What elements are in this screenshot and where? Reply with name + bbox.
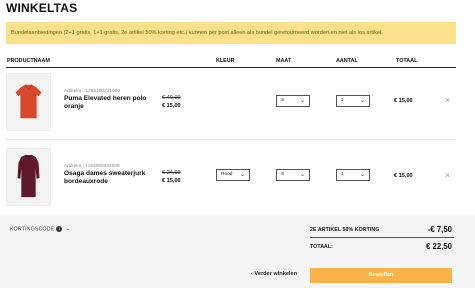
color-value: Rood: [221, 172, 233, 177]
header-size: MAAT: [276, 58, 292, 64]
size-value: S: [281, 98, 285, 103]
remove-item-button[interactable]: ×: [445, 170, 450, 180]
discount-code-toggle[interactable]: KORTINGSCODE i ⌄: [10, 226, 70, 232]
total-label: TOTAAL:: [310, 244, 333, 250]
quantity-value: 1: [341, 98, 344, 103]
product-name[interactable]: Osaga dames sweaterjurk bordeauxrode: [64, 170, 156, 185]
size-value: S: [281, 172, 285, 177]
summary-divider: [310, 237, 454, 238]
product-image[interactable]: [6, 148, 51, 206]
remove-item-button[interactable]: ×: [445, 95, 450, 105]
quantity-select[interactable]: 1 ⌄: [336, 95, 370, 107]
table-header: PRODUCTNAAM KLEUR MAAT AANTAL TOTAAL: [0, 56, 475, 66]
quantity-select[interactable]: 1 ⌄: [336, 169, 370, 181]
size-select[interactable]: S ⌄: [276, 95, 310, 107]
article-number: Artikelnr.: 1194080434009: [64, 164, 120, 169]
chevron-down-icon: ⌄: [359, 172, 365, 178]
line-total: € 15,00: [394, 173, 413, 179]
chevron-down-icon: ⌄: [239, 172, 245, 178]
discount-value: -€ 7,50: [427, 225, 452, 234]
price-sale: € 15,00: [162, 103, 181, 109]
product-image[interactable]: [6, 73, 51, 131]
total-value: € 22,50: [425, 242, 452, 251]
bundle-notice: Bundelaanbiedingen (2+1 gratis, 1+1 grat…: [6, 22, 456, 44]
chevron-down-icon: ⌄: [359, 98, 365, 104]
page-title: WINKELTAS: [6, 1, 78, 15]
chevron-down-icon: ⌄: [299, 172, 305, 178]
price-sale: € 15,00: [162, 178, 181, 184]
checkout-button[interactable]: Bestellen: [310, 268, 452, 283]
chevron-down-icon: ⌄: [65, 226, 71, 233]
polo-shirt-icon: [15, 84, 42, 119]
chevron-down-icon: ⌄: [299, 98, 305, 104]
size-select[interactable]: S ⌄: [276, 169, 310, 181]
discount-label: 2E ARTIKEL 50% KORTING: [310, 227, 380, 233]
article-number: Artikelnr.: 1255180231050: [64, 89, 121, 94]
discount-code-label: KORTINGSCODE: [10, 226, 55, 233]
header-divider: [6, 67, 456, 68]
price-original: € 49,99: [162, 95, 181, 101]
line-total: € 15,00: [394, 98, 413, 104]
sweater-dress-icon: [17, 154, 40, 198]
row-divider: [6, 139, 456, 140]
color-select[interactable]: Rood ⌄: [216, 169, 250, 181]
continue-shopping-link[interactable]: ‹ Verder winkelen: [251, 271, 297, 277]
quantity-value: 1: [341, 172, 344, 177]
header-qty: AANTAL: [336, 58, 358, 64]
header-total: TOTAAL: [396, 58, 418, 64]
header-product: PRODUCTNAAM: [7, 58, 50, 64]
price-original: € 24,99: [162, 170, 181, 176]
header-color: KLEUR: [216, 58, 235, 64]
info-icon: i: [56, 226, 63, 232]
product-name[interactable]: Puma Elevated heren polo oranje: [64, 95, 156, 110]
